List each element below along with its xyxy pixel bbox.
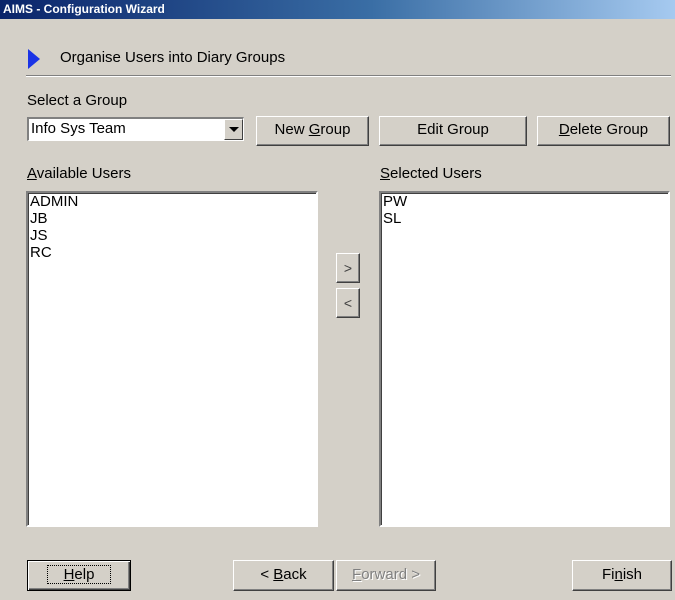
new-group-label-post: roup [320,121,351,138]
edit-group-button[interactable]: Edit Group [379,116,527,146]
header-divider [26,75,671,77]
list-item[interactable]: ADMIN [28,193,316,210]
window-titlebar: AIMS - Configuration Wizard [0,0,675,19]
group-select-value: Info Sys Team [31,120,126,137]
delete-group-label-post: elete Group [569,121,649,138]
forward-label-rest: orward > [361,566,420,583]
back-label-accel: B [273,566,284,583]
help-label-accel: H [63,566,75,583]
finish-label-accel: n [614,566,623,583]
available-users-label-rest: vailable Users [36,165,131,182]
list-item[interactable]: JB [28,210,316,227]
forward-label-accel: F [352,566,362,583]
available-users-list[interactable]: ADMIN JB JS RC [26,191,318,527]
list-item[interactable]: JS [28,227,316,244]
group-select-dropdown-button[interactable] [224,119,243,140]
group-select[interactable]: Info Sys Team [27,117,244,141]
available-users-label: Available Users [27,165,131,182]
help-button[interactable]: Help [27,560,131,591]
back-label-pre: < [260,566,274,583]
back-label-rest: ack [283,566,307,583]
step-title: Organise Users into Diary Groups [60,49,286,66]
list-item[interactable]: PW [381,193,668,210]
new-group-label-pre: New [274,121,309,138]
chevron-right-icon: > [343,260,353,276]
finish-label-rest: ish [622,566,643,583]
finish-button[interactable]: Finish [572,560,672,591]
new-group-button[interactable]: New Group [256,116,369,146]
step-arrow-icon [28,49,40,69]
selected-users-label-rest: elected Users [390,165,482,182]
add-user-button[interactable]: > [336,253,360,283]
selected-users-label: Selected Users [380,165,482,182]
help-label-rest: elp [74,566,95,583]
window-title: AIMS - Configuration Wizard [3,2,165,16]
chevron-down-icon [229,127,239,132]
finish-label-pre: Fi [601,566,615,583]
list-item[interactable]: RC [28,244,316,261]
list-item[interactable]: SL [381,210,668,227]
delete-group-label-accel: D [558,121,570,138]
chevron-left-icon: < [343,295,353,311]
select-group-label: Select a Group [27,92,128,109]
selected-users-label-accel: S [380,165,391,182]
delete-group-button[interactable]: Delete Group [537,116,670,146]
edit-group-label: Edit Group [417,121,489,138]
available-users-label-accel: A [27,165,37,182]
back-button[interactable]: < Back [233,560,334,591]
new-group-label-accel: G [308,121,321,138]
remove-user-button[interactable]: < [336,288,360,318]
help-focus-rect: Help [46,565,112,584]
forward-button[interactable]: Forward > [336,560,436,591]
selected-users-list[interactable]: PW SL [379,191,670,527]
